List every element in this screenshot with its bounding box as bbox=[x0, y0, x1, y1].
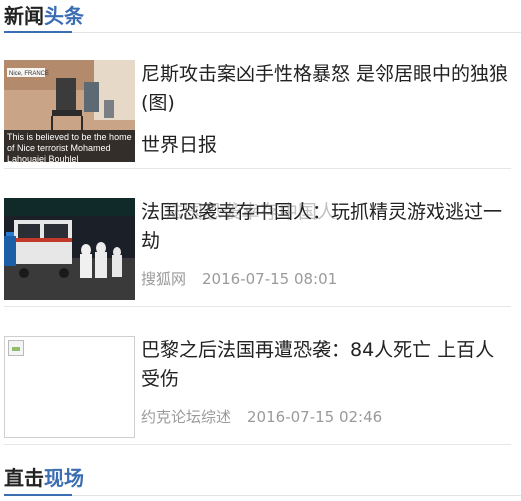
news-item[interactable]: 巴黎之后法国再遭恐袭：84人死亡 上百人受伤 约克论坛综述 2016-07-15 … bbox=[4, 336, 511, 445]
broken-image-icon bbox=[8, 340, 24, 356]
news-meta: 搜狐网 2016-07-15 08:01 bbox=[141, 268, 337, 289]
news-source: 搜狐网 bbox=[141, 270, 187, 288]
news-source: 约克论坛综述 bbox=[141, 408, 232, 426]
thumb-location-tag: Nice, FRANCE bbox=[9, 71, 49, 77]
section-accent-bar bbox=[4, 494, 72, 496]
news-title[interactable]: 巴黎之后法国再遭恐袭：84人死亡 上百人受伤 bbox=[141, 336, 511, 394]
broken-image bbox=[4, 336, 135, 438]
news-thumbnail[interactable] bbox=[4, 198, 135, 300]
section-title-part1: 直击 bbox=[4, 466, 44, 490]
news-thumbnail[interactable] bbox=[4, 336, 135, 438]
section-title-part2: 现场 bbox=[44, 466, 84, 490]
news-time: 2016-07-15 08:01 bbox=[202, 270, 338, 288]
section-title-part1: 新闻 bbox=[4, 4, 44, 28]
street-scene-photo bbox=[4, 198, 135, 300]
news-meta: 约克论坛综述 2016-07-15 02:46 bbox=[141, 406, 382, 427]
news-item[interactable]: 法国恐袭幸存中国人：玩抓精灵游戏逃过一劫 法国恐袭幸存中国人 搜狐网 2016-0… bbox=[4, 198, 511, 307]
news-thumbnail[interactable]: Nice, FRANCE This is believed to be the … bbox=[4, 60, 135, 162]
section-divider bbox=[4, 495, 521, 496]
news-title-text: 法国恐袭幸存中国人：玩抓精灵游戏逃过一劫 bbox=[141, 201, 503, 252]
news-time: 2016-07-15 02:46 bbox=[247, 408, 383, 426]
section-title-headlines: 新闻头条 bbox=[4, 1, 84, 31]
news-source: 世界日报 bbox=[141, 134, 218, 156]
news-title[interactable]: 尼斯攻击案凶手性格暴怒 是邻居眼中的独狼(图) bbox=[141, 60, 511, 118]
section-accent-bar bbox=[4, 31, 72, 33]
section-title-part2: 头条 bbox=[44, 4, 84, 28]
news-title[interactable]: 法国恐袭幸存中国人：玩抓精灵游戏逃过一劫 法国恐袭幸存中国人 bbox=[141, 198, 511, 256]
section-divider bbox=[4, 32, 521, 33]
thumb-caption: This is believed to be the home of Nice … bbox=[7, 132, 132, 162]
news-item[interactable]: Nice, FRANCE This is believed to be the … bbox=[4, 60, 511, 169]
section-title-live: 直击现场 bbox=[4, 463, 84, 493]
